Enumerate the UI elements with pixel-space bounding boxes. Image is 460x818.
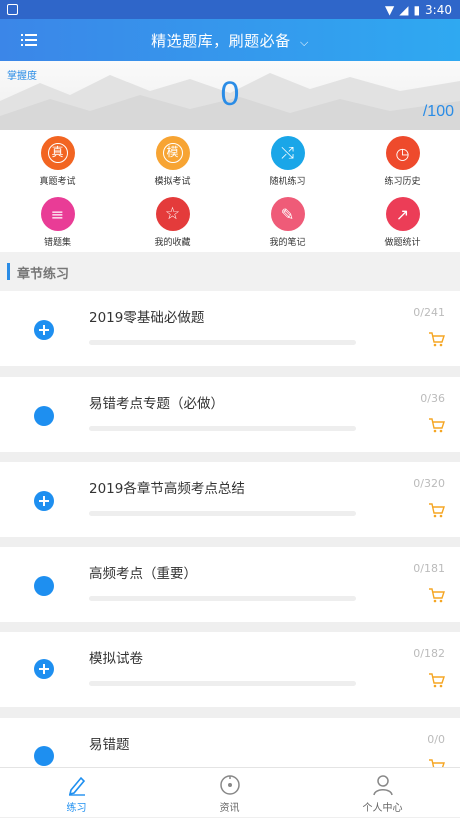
section-header: 章节练习 xyxy=(0,252,460,291)
chapter-name: 2019零基础必做题 xyxy=(89,310,205,326)
grid-item-wrong-questions[interactable]: ≡ 错题集 xyxy=(0,197,115,248)
chevron-down-icon: ⌵ xyxy=(299,36,309,49)
chapter-count: 0/241 xyxy=(413,306,445,319)
grid-item-label: 错题集 xyxy=(43,238,71,248)
mastery-panel: 掌握度 0 /100 xyxy=(0,61,460,130)
wifi-icon: ▼ xyxy=(384,3,395,17)
grid-item-label: 真题考试 xyxy=(39,177,76,187)
exam-selector[interactable]: 精选题库，刷题必备 ⌵ xyxy=(0,30,460,51)
chapter-dot-icon xyxy=(34,746,54,766)
chapter-card[interactable]: 模拟试卷 0/182 xyxy=(0,632,460,707)
shuffle-icon: ⤭ xyxy=(270,136,305,170)
page-title: 精选题库，刷题必备 xyxy=(151,32,291,50)
tab-label: 练习 xyxy=(66,803,87,814)
tab-profile[interactable]: 个人中心 xyxy=(306,768,459,818)
grid-item-mock-exam[interactable]: 模 模拟考试 xyxy=(115,136,230,187)
chapter-progress-bar xyxy=(89,596,356,601)
chapter-name: 易错题 xyxy=(89,737,130,753)
cart-icon[interactable] xyxy=(428,587,445,603)
chapter-count: 0/0 xyxy=(427,733,445,746)
feature-grid: 真 真题考试 模 模拟考试 ⤭ 随机练习 ◷ 练习历史 ≡ 错题集 ☆ 我的收藏… xyxy=(0,130,460,252)
grid-item-label: 做题统计 xyxy=(384,238,421,248)
chapter-progress-bar xyxy=(89,681,356,686)
pencil-icon: ✎ xyxy=(270,197,305,231)
cart-icon[interactable] xyxy=(428,502,445,518)
grid-item-notes[interactable]: ✎ 我的笔记 xyxy=(230,197,345,248)
cart-icon[interactable] xyxy=(428,331,445,347)
chapter-count: 0/320 xyxy=(413,477,445,490)
grid-item-label: 我的收藏 xyxy=(154,238,191,248)
chapter-name: 模拟试卷 xyxy=(89,651,143,667)
signal-icon: ◢ xyxy=(399,3,409,17)
section-accent-bar xyxy=(7,263,10,280)
chapter-name: 易错考点专题（必做） xyxy=(89,396,224,412)
statistics-icon: ↗ xyxy=(385,197,420,231)
notification-icon xyxy=(7,4,18,15)
star-icon: ☆ xyxy=(155,197,190,231)
chapter-dot-icon xyxy=(34,576,54,596)
grid-item-label: 随机练习 xyxy=(269,177,306,187)
pencil-icon xyxy=(68,776,85,796)
grid-item-statistics[interactable]: ↗ 做题统计 xyxy=(345,197,460,248)
status-time: 3:40 xyxy=(425,3,452,17)
tab-news[interactable]: 资讯 xyxy=(153,768,306,818)
chapter-name: 高频考点（重要） xyxy=(89,566,197,582)
exam-icon: 真 xyxy=(40,136,75,170)
mock-exam-icon: 模 xyxy=(155,136,190,170)
grid-item-label: 模拟考试 xyxy=(154,177,191,187)
chapter-card[interactable]: 2019各章节高频考点总结 0/320 xyxy=(0,462,460,537)
chapter-name: 2019各章节高频考点总结 xyxy=(89,481,245,497)
chapter-count: 0/182 xyxy=(413,647,445,660)
tab-label: 资讯 xyxy=(219,803,240,814)
expand-plus-icon[interactable] xyxy=(34,320,54,340)
grid-item-history[interactable]: ◷ 练习历史 xyxy=(345,136,460,187)
chapter-progress-bar xyxy=(89,511,356,516)
battery-icon: ▮ xyxy=(413,3,421,17)
mastery-score: 0 xyxy=(220,75,240,113)
grid-item-label: 我的笔记 xyxy=(269,238,306,248)
user-icon xyxy=(372,775,393,796)
app-bar: 精选题库，刷题必备 ⌵ xyxy=(0,19,460,61)
grid-item-label: 练习历史 xyxy=(384,177,421,187)
chapter-card[interactable]: 2019零基础必做题 0/241 xyxy=(0,291,460,366)
chapter-count: 0/181 xyxy=(413,562,445,575)
news-icon xyxy=(219,775,240,795)
wrong-questions-icon: ≡ xyxy=(40,197,75,231)
status-icons: ▼ ◢ ▮ 3:40 xyxy=(385,1,452,19)
chapter-card[interactable]: 易错考点专题（必做） 0/36 xyxy=(0,377,460,452)
grid-item-favorites[interactable]: ☆ 我的收藏 xyxy=(115,197,230,248)
cart-icon[interactable] xyxy=(428,672,445,688)
expand-plus-icon[interactable] xyxy=(34,659,54,679)
tab-label: 个人中心 xyxy=(362,803,403,814)
chapter-progress-bar xyxy=(89,426,356,431)
mastery-total: /100 xyxy=(422,103,454,120)
expand-plus-icon[interactable] xyxy=(34,491,54,511)
chapter-card[interactable]: 高频考点（重要） 0/181 xyxy=(0,547,460,622)
grid-item-random-practice[interactable]: ⤭ 随机练习 xyxy=(230,136,345,187)
chapter-progress-bar xyxy=(89,340,356,345)
grid-item-real-exam[interactable]: 真 真题考试 xyxy=(0,136,115,187)
tab-practice[interactable]: 练习 xyxy=(0,768,153,818)
chapter-dot-icon xyxy=(34,406,54,426)
status-bar: ▼ ◢ ▮ 3:40 xyxy=(0,0,460,19)
bottom-tab-bar: 练习 资讯 个人中心 xyxy=(0,767,460,817)
chapter-count: 0/36 xyxy=(420,392,445,405)
history-icon: ◷ xyxy=(385,136,420,170)
section-title: 章节练习 xyxy=(17,267,70,282)
cart-icon[interactable] xyxy=(428,417,445,433)
